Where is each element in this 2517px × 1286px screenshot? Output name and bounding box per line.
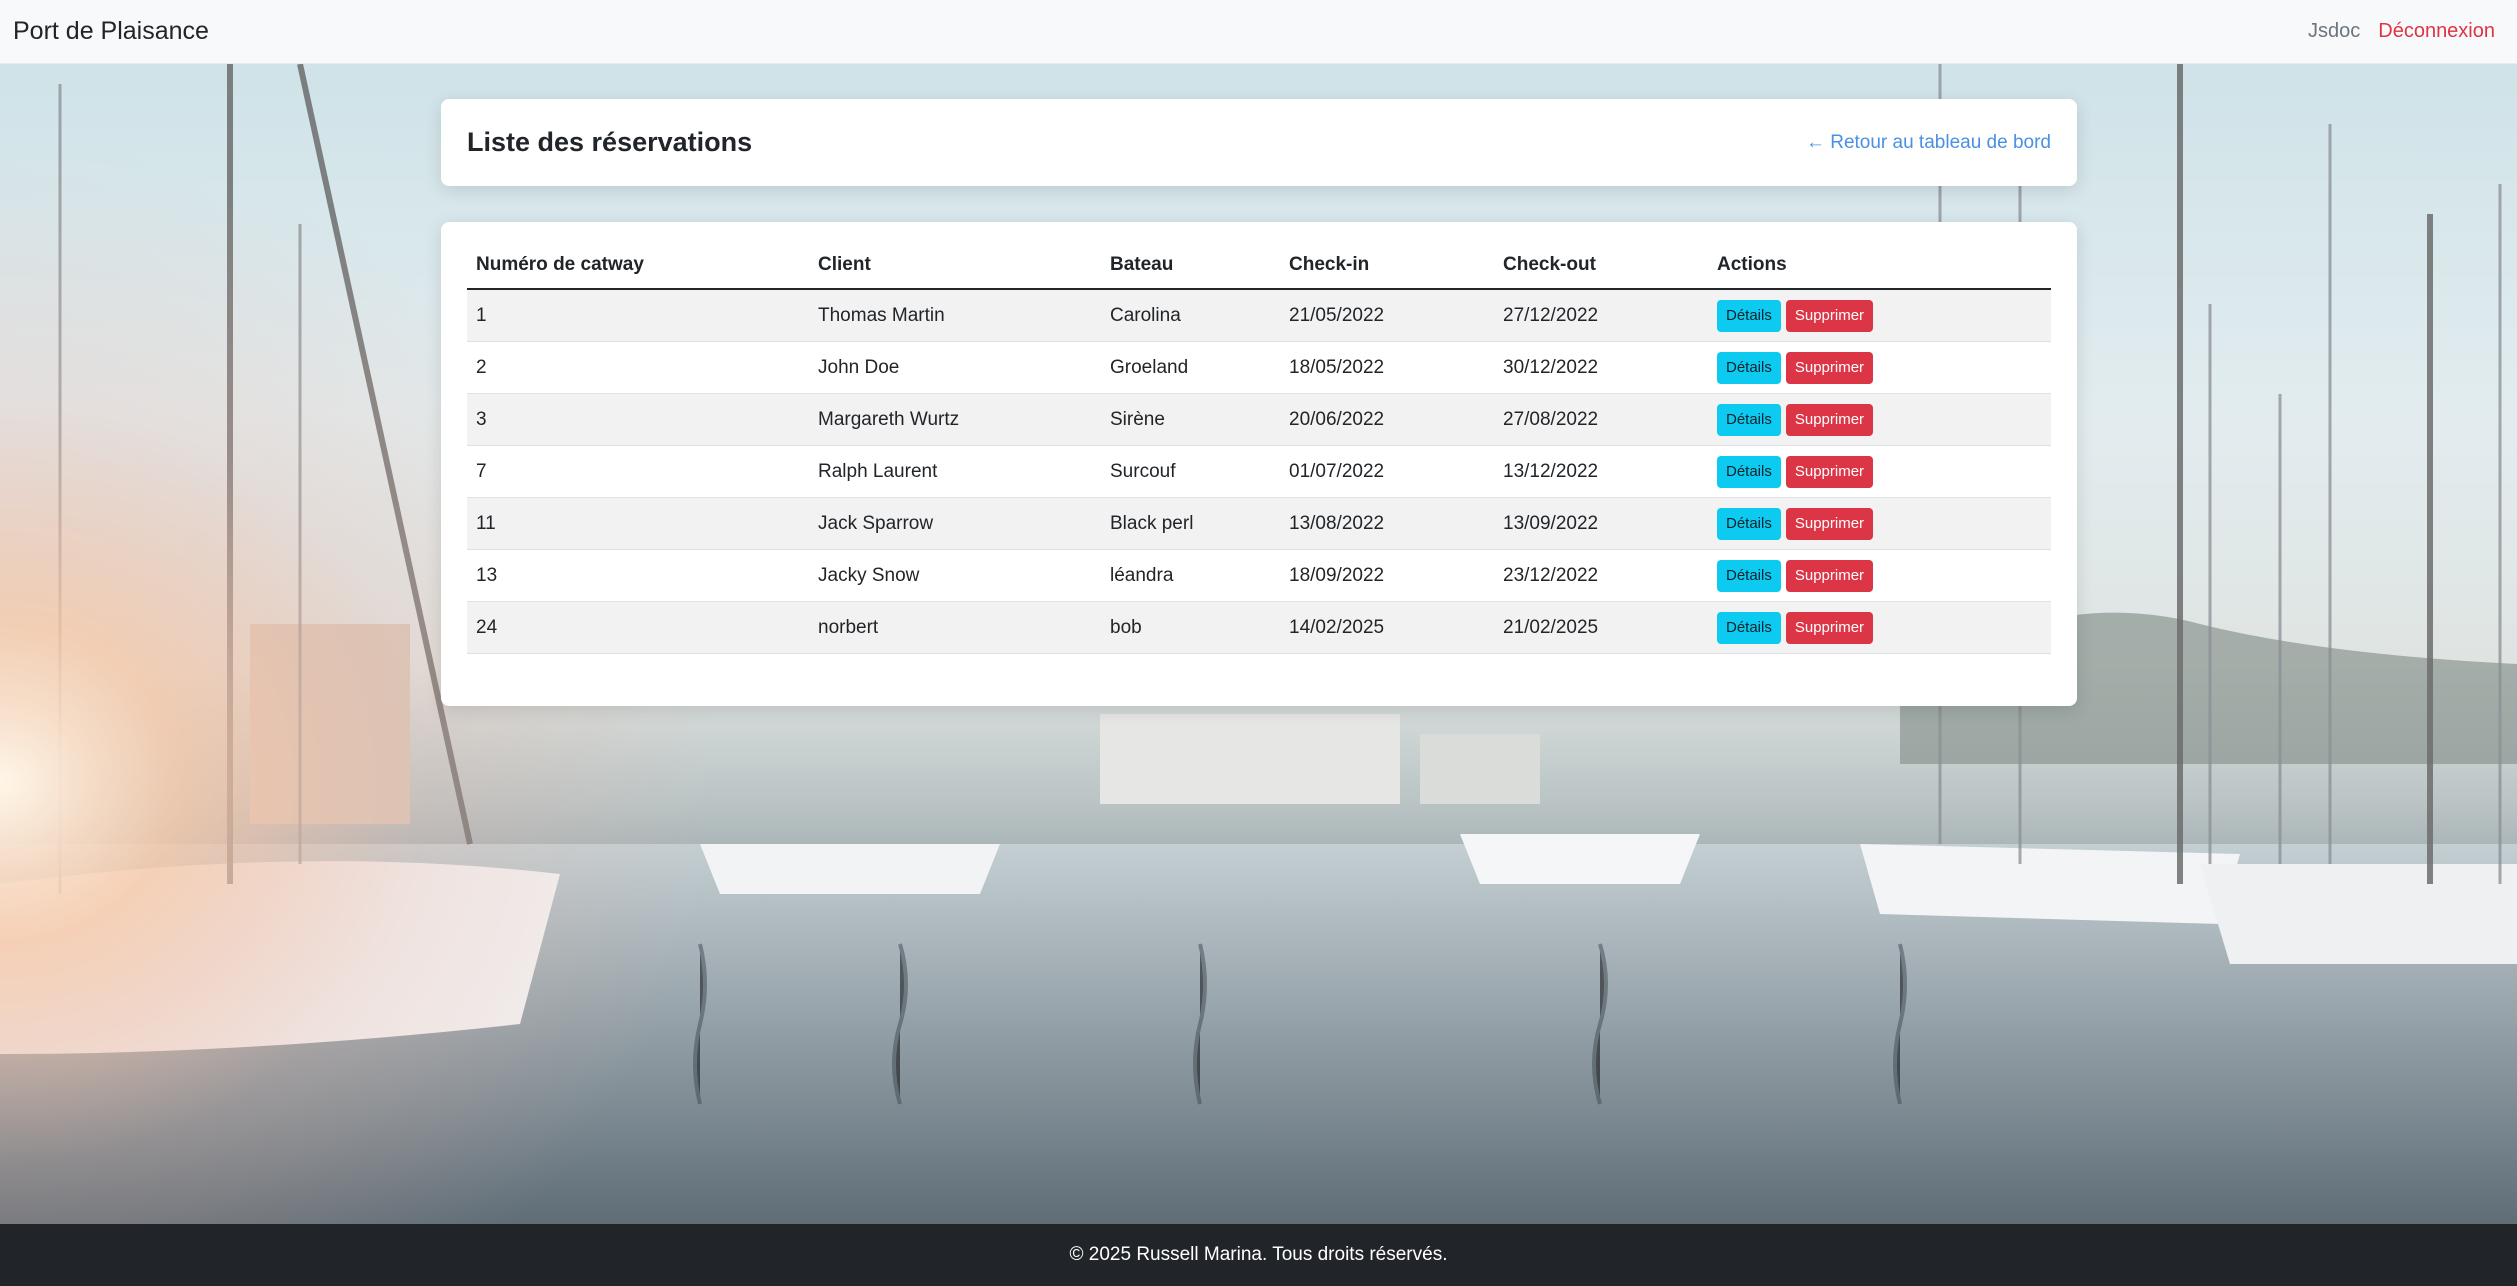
cell-boat: Sirène [1101, 393, 1280, 446]
column-header-checkin: Check-in [1280, 252, 1494, 290]
cell-catway: 2 [467, 341, 809, 394]
cell-client: norbert [809, 601, 1101, 654]
cell-checkin: 18/05/2022 [1280, 341, 1494, 394]
cell-checkout: 30/12/2022 [1494, 341, 1708, 394]
cell-actions: Détails Supprimer [1708, 601, 2051, 654]
reservations-table: Numéro de catway Client Bateau Check-in … [467, 252, 2051, 654]
table-row: 13 Jacky Snow léandra 18/09/2022 23/12/2… [467, 549, 2051, 602]
cell-checkin: 01/07/2022 [1280, 445, 1494, 498]
navbar: Port de Plaisance Jsdoc Déconnexion [0, 0, 2517, 64]
cell-checkout: 23/12/2022 [1494, 549, 1708, 602]
reservations-card: Numéro de catway Client Bateau Check-in … [441, 222, 2077, 706]
cell-checkout: 21/02/2025 [1494, 601, 1708, 654]
delete-button[interactable]: Supprimer [1785, 455, 1874, 488]
cell-checkin: 13/08/2022 [1280, 497, 1494, 550]
table-row: 1 Thomas Martin Carolina 21/05/2022 27/1… [467, 289, 2051, 342]
back-to-dashboard-link[interactable]: ← Retour au tableau de bord [1806, 132, 2051, 154]
nav-link-jsdoc[interactable]: Jsdoc [2308, 20, 2360, 43]
cell-boat: bob [1101, 601, 1280, 654]
page-title: Liste des réservations [467, 127, 753, 157]
cell-catway: 1 [467, 289, 809, 342]
column-header-client: Client [809, 252, 1101, 290]
column-header-catway: Numéro de catway [467, 252, 809, 290]
details-button[interactable]: Détails [1717, 559, 1781, 592]
cell-catway: 11 [467, 497, 809, 550]
details-button[interactable]: Détails [1717, 299, 1781, 332]
cell-actions: Détails Supprimer [1708, 289, 2051, 342]
cell-checkin: 14/02/2025 [1280, 601, 1494, 654]
delete-button[interactable]: Supprimer [1785, 559, 1874, 592]
table-row: 7 Ralph Laurent Surcouf 01/07/2022 13/12… [467, 445, 2051, 498]
cell-checkin: 18/09/2022 [1280, 549, 1494, 602]
cell-client: Margareth Wurtz [809, 393, 1101, 446]
cell-boat: léandra [1101, 549, 1280, 602]
details-button[interactable]: Détails [1717, 611, 1781, 644]
table-row: 3 Margareth Wurtz Sirène 20/06/2022 27/0… [467, 393, 2051, 446]
details-button[interactable]: Détails [1717, 351, 1781, 384]
details-button[interactable]: Détails [1717, 403, 1781, 436]
table-row: 11 Jack Sparrow Black perl 13/08/2022 13… [467, 497, 2051, 550]
cell-checkin: 21/05/2022 [1280, 289, 1494, 342]
cell-catway: 7 [467, 445, 809, 498]
cell-checkout: 13/12/2022 [1494, 445, 1708, 498]
column-header-checkout: Check-out [1494, 252, 1708, 290]
cell-client: Ralph Laurent [809, 445, 1101, 498]
table-row: 24 norbert bob 14/02/2025 21/02/2025 Dét… [467, 601, 2051, 654]
cell-checkout: 13/09/2022 [1494, 497, 1708, 550]
page-header-card: Liste des réservations ← Retour au table… [441, 99, 2077, 186]
cell-boat: Groeland [1101, 341, 1280, 394]
cell-client: Thomas Martin [809, 289, 1101, 342]
footer: © 2025 Russell Marina. Tous droits réser… [0, 1224, 2517, 1286]
delete-button[interactable]: Supprimer [1785, 299, 1874, 332]
cell-checkin: 20/06/2022 [1280, 393, 1494, 446]
cell-boat: Carolina [1101, 289, 1280, 342]
cell-client: Jack Sparrow [809, 497, 1101, 550]
cell-actions: Détails Supprimer [1708, 497, 2051, 550]
delete-button[interactable]: Supprimer [1785, 351, 1874, 384]
cell-checkout: 27/12/2022 [1494, 289, 1708, 342]
delete-button[interactable]: Supprimer [1785, 507, 1874, 540]
cell-actions: Détails Supprimer [1708, 549, 2051, 602]
cell-actions: Détails Supprimer [1708, 393, 2051, 446]
logout-link[interactable]: Déconnexion [2378, 20, 2495, 43]
footer-copyright: © 2025 Russell Marina. Tous droits réser… [1069, 1244, 1448, 1265]
cell-boat: Surcouf [1101, 445, 1280, 498]
brand-logo-text[interactable]: Port de Plaisance [13, 17, 209, 46]
cell-catway: 24 [467, 601, 809, 654]
delete-button[interactable]: Supprimer [1785, 611, 1874, 644]
cell-actions: Détails Supprimer [1708, 445, 2051, 498]
details-button[interactable]: Détails [1717, 455, 1781, 488]
cell-catway: 13 [467, 549, 809, 602]
cell-catway: 3 [467, 393, 809, 446]
cell-actions: Détails Supprimer [1708, 341, 2051, 394]
navbar-links: Jsdoc Déconnexion [2308, 20, 2495, 43]
table-row: 2 John Doe Groeland 18/05/2022 30/12/202… [467, 341, 2051, 394]
cell-boat: Black perl [1101, 497, 1280, 550]
details-button[interactable]: Détails [1717, 507, 1781, 540]
delete-button[interactable]: Supprimer [1785, 403, 1874, 436]
cell-client: Jacky Snow [809, 549, 1101, 602]
cell-client: John Doe [809, 341, 1101, 394]
cell-checkout: 27/08/2022 [1494, 393, 1708, 446]
column-header-boat: Bateau [1101, 252, 1280, 290]
table-header-row: Numéro de catway Client Bateau Check-in … [467, 252, 2051, 290]
column-header-actions: Actions [1708, 252, 2051, 290]
